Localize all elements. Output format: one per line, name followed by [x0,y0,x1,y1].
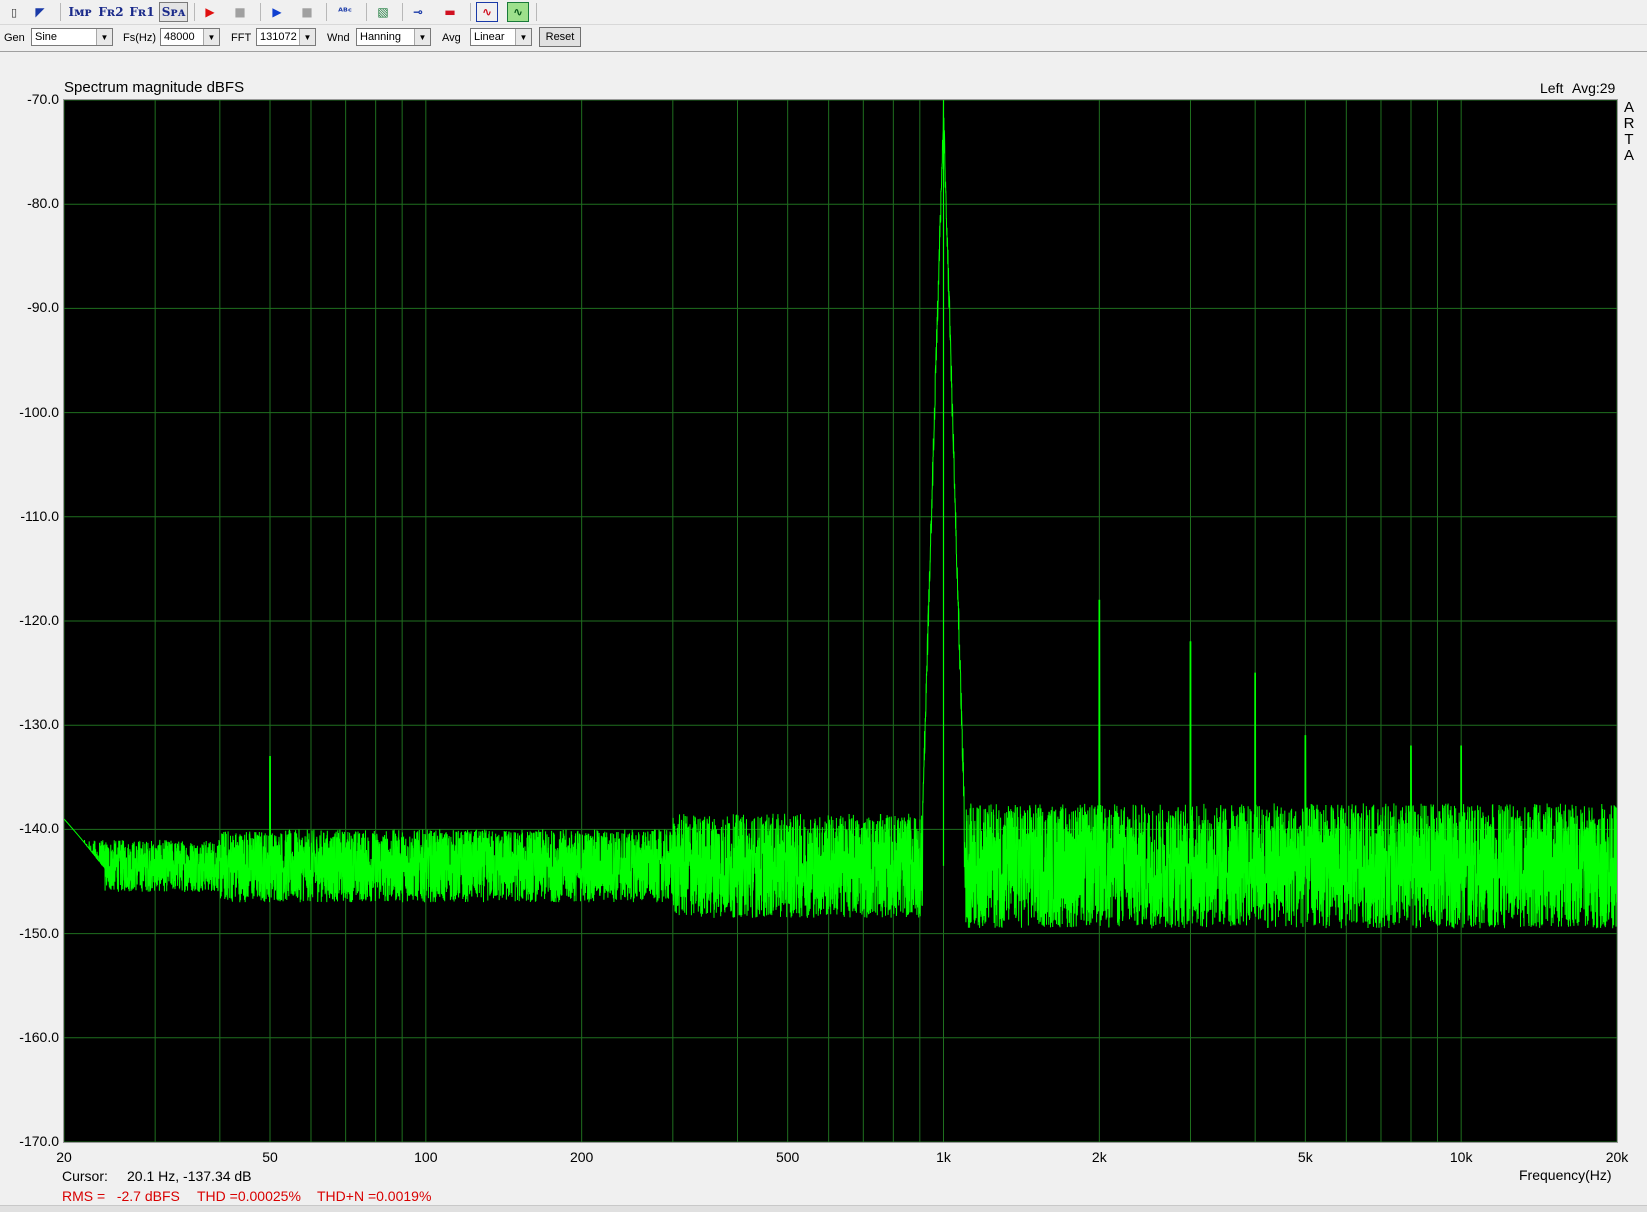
y-tick-label: -120.0 [19,612,59,628]
y-tick-label: -150.0 [19,924,59,941]
wnd-label: Wnd [327,32,350,44]
stop2-icon[interactable]: ■ [297,2,317,22]
arta-letter: A [1623,147,1634,164]
y-tick-label: -110.0 [20,507,59,524]
arta-letter: T [1624,131,1634,148]
toolbar-separator [60,3,61,21]
spectrum-line [64,100,1617,929]
fr2-button[interactable]: Fʀ2 [97,2,125,22]
wnd-value: Hanning [360,31,401,43]
x-tick-label: 10k [1449,1149,1473,1165]
chevron-down-icon: ▼ [515,29,531,45]
new-icon[interactable]: ▯ [4,2,24,22]
main-toolbar: ▯ ◤ Iᴍᴘ Fʀ2 Fʀ1 Sᴘᴀ ▶ ■ ▶ ■ ᴬᴮᶜ ▧ ⊸ ▬ ∿ … [0,0,1647,25]
rms-readout: RMS = -2.7 dBFS [62,1188,180,1204]
gen-value: Sine [35,31,58,43]
plot-grid [64,100,1617,1142]
y-tick-label: -90.0 [27,299,59,316]
y-tick-label: -160.0 [19,1028,59,1045]
x-tick-label: 100 [414,1149,438,1165]
spa-button[interactable]: Sᴘᴀ [159,2,188,22]
spectrum-trace [64,100,1617,929]
toolbar-separator [366,3,367,21]
generator-controls: Gen Sine ▼ Fs(Hz) 48000 ▼ FFT 131072 ▼ W… [0,25,1647,52]
gen-label: Gen [4,32,25,44]
y-tick-label: -140.0 [19,820,59,837]
x-tick-label: 1k [936,1149,951,1165]
thdn-readout: THD+N =0.0019% [317,1188,432,1204]
graph-title: Spectrum magnitude dBFS [64,79,245,96]
wave-icon[interactable]: ∿ [476,2,498,22]
channel-label: Left [1540,80,1564,96]
connector-icon[interactable]: ⊸ [408,2,428,22]
fs-value: 48000 [164,31,195,43]
toolbar-separator [536,3,537,21]
toolbar-separator [402,3,403,21]
spectrum-svg [64,100,1617,1142]
record-icon[interactable]: ▶ [200,2,220,22]
meter-icon[interactable]: ▬ [440,2,460,22]
avg-value: Linear [474,31,505,43]
y-tick-label: -80.0 [27,195,59,212]
x-tick-label: 50 [262,1149,278,1165]
y-tick-label: -70.0 [27,91,59,107]
fft-select[interactable]: 131072 ▼ [256,28,316,46]
chevron-down-icon: ▼ [203,29,219,45]
stop-icon[interactable]: ■ [230,2,250,22]
wnd-select[interactable]: Hanning ▼ [356,28,431,46]
spectrum-plot[interactable] [63,99,1618,1143]
chevron-down-icon: ▼ [414,29,430,45]
x-tick-label: 2k [1091,1149,1107,1165]
cursor-label: Cursor: [62,1168,108,1184]
x-tick-label: 200 [569,1149,594,1165]
y-tick-label: -130.0 [19,716,59,733]
toolbar-separator [470,3,471,21]
toolbar-separator [326,3,327,21]
fs-select[interactable]: 48000 ▼ [160,28,220,46]
chevron-down-icon: ▼ [96,29,112,45]
avg-label: Avg [442,32,461,44]
toolbar-separator [194,3,195,21]
y-tick-label: -170.0 [19,1133,59,1149]
x-tick-label: 500 [775,1149,800,1165]
cursor-readout: 20.1 Hz, -137.34 dB [127,1168,252,1184]
hatch-icon[interactable]: ▧ [373,2,393,22]
x-tick-label: 20 [56,1149,72,1165]
avg-count: Avg:29 [1572,80,1616,96]
x-tick-label: 5k [1297,1149,1313,1165]
imp-button[interactable]: Iᴍᴘ [66,2,94,22]
y-tick-label: -100.0 [19,403,59,420]
scope-icon[interactable]: ∿ [507,2,529,22]
arta-letter: R [1623,115,1635,132]
fr1-button[interactable]: Fʀ1 [128,2,156,22]
toolbar-separator [260,3,261,21]
avg-select[interactable]: Linear ▼ [470,28,532,46]
open-icon[interactable]: ◤ [30,2,50,22]
fs-label: Fs(Hz) [123,32,156,44]
thd-readout: THD =0.00025% [197,1188,301,1204]
fft-label: FFT [231,32,252,44]
x-axis-label: Frequency(Hz) [1519,1167,1612,1183]
reset-button[interactable]: Reset [539,27,581,47]
arta-letter: A [1623,99,1634,116]
arta-logo: A R T A [1622,100,1636,164]
chevron-down-icon: ▼ [299,29,315,45]
x-tick-label: 20k [1605,1149,1629,1165]
gen-select[interactable]: Sine ▼ [31,28,113,46]
abc-icon[interactable]: ᴬᴮᶜ [333,2,357,22]
play-icon[interactable]: ▶ [267,2,287,22]
fft-value: 131072 [260,31,297,43]
